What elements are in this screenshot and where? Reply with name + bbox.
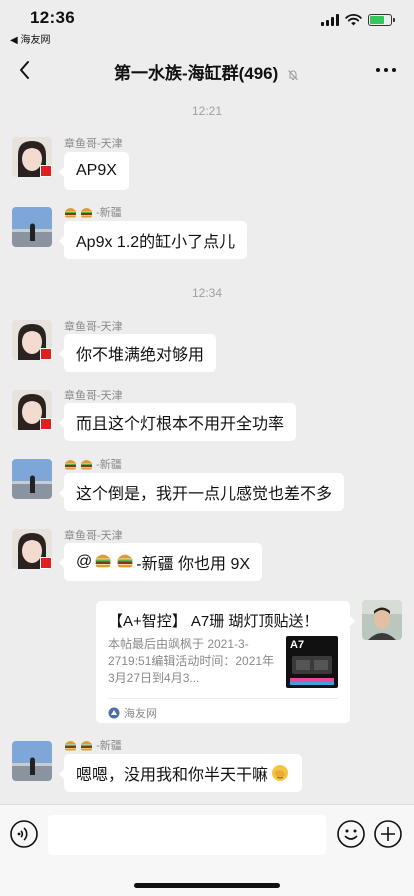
card-source-name: 海友网: [124, 708, 157, 720]
message-bubble[interactable]: 嗯嗯，没用我和你半天干嘛: [58, 754, 303, 792]
message-text: -新疆 你也用 9X: [136, 556, 251, 573]
shared-link-card[interactable]: 【A+智控】 A7珊 瑚灯顶贴送！ 本帖最后由飒枫于 2021-3-2719:5…: [96, 601, 355, 723]
message-text: AP9X: [76, 162, 117, 179]
group-title-text: 第一水族-海缸群(496): [113, 64, 279, 83]
burger-emoji: [80, 206, 93, 221]
card-source: 海友网: [108, 705, 338, 721]
message-bubble[interactable]: AP9X: [59, 152, 129, 190]
wifi-icon: [345, 14, 362, 26]
card-title: 【A+智控】 A7珊 瑚灯顶贴送！: [108, 613, 319, 630]
group-title: 第一水族-海缸群(496): [0, 59, 414, 84]
avatar-xinjiang[interactable]: [12, 207, 52, 247]
status-bar: 12:36 ◀ 海友网: [0, 0, 414, 46]
mute-bell-icon: [288, 69, 298, 80]
card-description: 本帖最后由飒枫于 2021-3-2719:51编辑活动时间：2021年3月27日…: [108, 637, 275, 685]
input-bar: [0, 804, 414, 896]
burger-emoji: [80, 739, 93, 754]
time-divider: 12:34: [191, 286, 223, 300]
sender-name: 章鱼哥-天津: [64, 390, 123, 402]
signal-icon: [321, 14, 339, 26]
message-bubble[interactable]: 这个倒是，我开一点儿感觉也差不多: [58, 473, 345, 511]
avatar-zhangyuge[interactable]: [12, 137, 52, 177]
time-divider: 12:21: [191, 104, 223, 118]
message-bubble[interactable]: Ap9x 1.2的缸小了点儿: [58, 221, 248, 259]
avatar-xinjiang[interactable]: [12, 741, 52, 781]
burger-emoji: [80, 458, 93, 473]
back-to-app-link[interactable]: ◀ 海友网: [10, 31, 50, 46]
avatar-zhangyuge[interactable]: [12, 320, 52, 360]
burger-emoji: [94, 552, 112, 573]
message-bubble[interactable]: 而且这个灯根本不用开全功率: [58, 403, 297, 441]
avatar-zhangyuge[interactable]: [12, 390, 52, 430]
app-source-icon: [108, 707, 120, 719]
message-text-mention: @: [76, 553, 93, 570]
message-input[interactable]: [48, 815, 326, 855]
burger-emoji: [64, 739, 77, 754]
facepalm-emoji: [272, 765, 289, 781]
voice-icon[interactable]: [9, 819, 39, 849]
burger-emoji: [64, 206, 77, 221]
plus-icon[interactable]: [373, 819, 403, 849]
message-text: 嗯嗯，没用我和你半天干嘛: [76, 767, 269, 784]
sender-name: 章鱼哥-天津: [64, 138, 123, 150]
home-indicator: [134, 883, 280, 888]
status-icons: [321, 14, 395, 26]
sender-name: 章鱼哥-天津: [64, 530, 123, 542]
message-text: 这个倒是，我开一点儿感觉也差不多: [76, 486, 333, 503]
card-divider: [108, 698, 338, 699]
message-bubble[interactable]: @ -新疆 你也用 9X: [58, 543, 263, 581]
burger-emoji: [64, 458, 77, 473]
message-bubble[interactable]: 你不堆满绝对够用: [58, 334, 217, 372]
avatar-xinjiang[interactable]: [12, 459, 52, 499]
status-time: 12:36: [30, 8, 75, 27]
avatar-self[interactable]: [362, 600, 402, 640]
burger-emoji: [116, 552, 134, 573]
emoji-icon[interactable]: [336, 819, 366, 849]
card-thumbnail: A7: [286, 636, 338, 688]
message-text: 你不堆满绝对够用: [76, 347, 205, 364]
sender-name: -新疆: [64, 204, 122, 221]
avatar-zhangyuge[interactable]: [12, 529, 52, 569]
message-text: Ap9x 1.2的缸小了点儿: [76, 234, 236, 251]
sender-name: 章鱼哥-天津: [64, 321, 123, 333]
chat-area[interactable]: 12:21 章鱼哥-天津 AP9X -新疆 Ap9x 1.2的缸小了点儿 12:…: [0, 96, 414, 804]
more-options-icon[interactable]: [374, 60, 398, 80]
sender-name: -新疆: [64, 737, 122, 754]
sender-name: -新疆: [64, 456, 122, 473]
message-text: 而且这个灯根本不用开全功率: [76, 416, 285, 433]
chat-header: 第一水族-海缸群(496): [0, 46, 414, 96]
battery-icon: [368, 14, 395, 26]
